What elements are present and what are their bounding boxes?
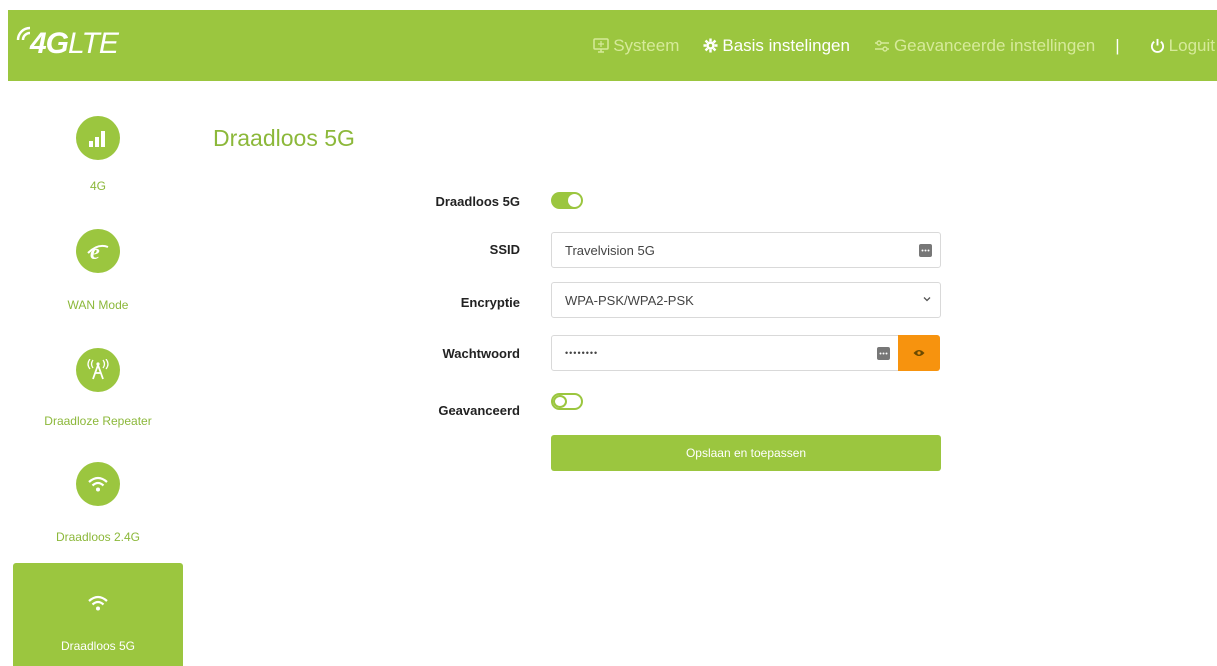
wireless-5g-label: Draadloos 5G: [435, 194, 520, 209]
ssid-label: SSID: [489, 242, 520, 257]
signal-bars-icon: [76, 116, 120, 160]
nav-system[interactable]: Systeem: [593, 36, 679, 56]
nav-logout[interactable]: Loguit: [1150, 36, 1215, 56]
ssid-value: Travelvision 5G: [565, 242, 655, 258]
password-label: Wachtwoord: [442, 346, 520, 361]
sidebar-item-label: Draadloos 2.4G: [55, 530, 141, 544]
power-icon: [1150, 38, 1165, 53]
sidebar-item-repeater[interactable]: Draadloze Repeater: [13, 348, 183, 428]
nav-advanced-settings-label: Geavanceerde instellingen: [893, 35, 1096, 55]
toggle-knob: [568, 194, 581, 207]
wifi-icon: [76, 462, 120, 506]
wireless-5g-toggle[interactable]: [551, 192, 583, 209]
nav-logout-label: Loguit: [1168, 35, 1215, 55]
top-navigation-bar: 4GLTE Systeem Basis instelingen Geavance…: [8, 10, 1217, 81]
keyboard-icon[interactable]: [919, 244, 932, 257]
encryption-select[interactable]: WPA-PSK/WPA2-PSK: [551, 282, 941, 318]
sidebar-item-4g[interactable]: 4G: [13, 116, 183, 193]
wifi-icon: [76, 581, 120, 625]
signal-waves-icon: [16, 26, 31, 41]
save-apply-button[interactable]: Opslaan en toepassen: [551, 435, 941, 471]
password-value: ••••••••: [565, 348, 599, 358]
encryption-label: Encryptie: [460, 295, 520, 310]
nav-system-label: Systeem: [613, 35, 680, 55]
show-password-button[interactable]: [898, 335, 940, 371]
sidebar-item-label: Draadloze Repeater: [44, 414, 152, 428]
brand-logo[interactable]: 4GLTE: [12, 24, 119, 64]
sliders-icon: [874, 39, 890, 52]
password-input[interactable]: ••••••••: [551, 335, 899, 371]
antenna-icon: [76, 348, 120, 392]
sidebar-item-wan-mode[interactable]: e WAN Mode: [13, 229, 183, 312]
sidebar-item-label: Draadloos 5G: [60, 639, 136, 653]
nav-separator: |: [1115, 35, 1120, 55]
monitor-icon: [593, 38, 609, 53]
gear-icon: [703, 38, 718, 53]
sidebar-item-wireless-24g[interactable]: Draadloos 2.4G: [13, 462, 183, 544]
toggle-knob: [553, 395, 567, 408]
eye-icon: [913, 350, 925, 356]
nav-basic-settings[interactable]: Basis instelingen: [703, 36, 850, 56]
keyboard-icon[interactable]: [877, 347, 890, 360]
advanced-label: Geavanceerd: [438, 403, 520, 418]
nav-basic-settings-label: Basis instelingen: [722, 35, 850, 55]
main-nav: Systeem Basis instelingen Geavanceerde i…: [593, 10, 1217, 81]
logo-text-4g: 4G: [30, 27, 69, 60]
page-title: Draadloos 5G: [213, 125, 355, 151]
ssid-input[interactable]: Travelvision 5G: [551, 232, 941, 268]
sidebar-item-label: 4G: [89, 179, 106, 193]
encryption-value: WPA-PSK/WPA2-PSK: [565, 292, 694, 308]
logo-text-lte: LTE: [68, 27, 119, 60]
sidebar-item-wireless-5g[interactable]: Draadloos 5G: [13, 563, 183, 666]
chevron-down-icon: [923, 297, 931, 302]
internet-e-icon: e: [76, 229, 120, 273]
nav-advanced-settings[interactable]: Geavanceerde instellingen: [874, 36, 1095, 56]
advanced-toggle[interactable]: [551, 393, 583, 410]
sidebar-item-label: WAN Mode: [67, 298, 129, 312]
